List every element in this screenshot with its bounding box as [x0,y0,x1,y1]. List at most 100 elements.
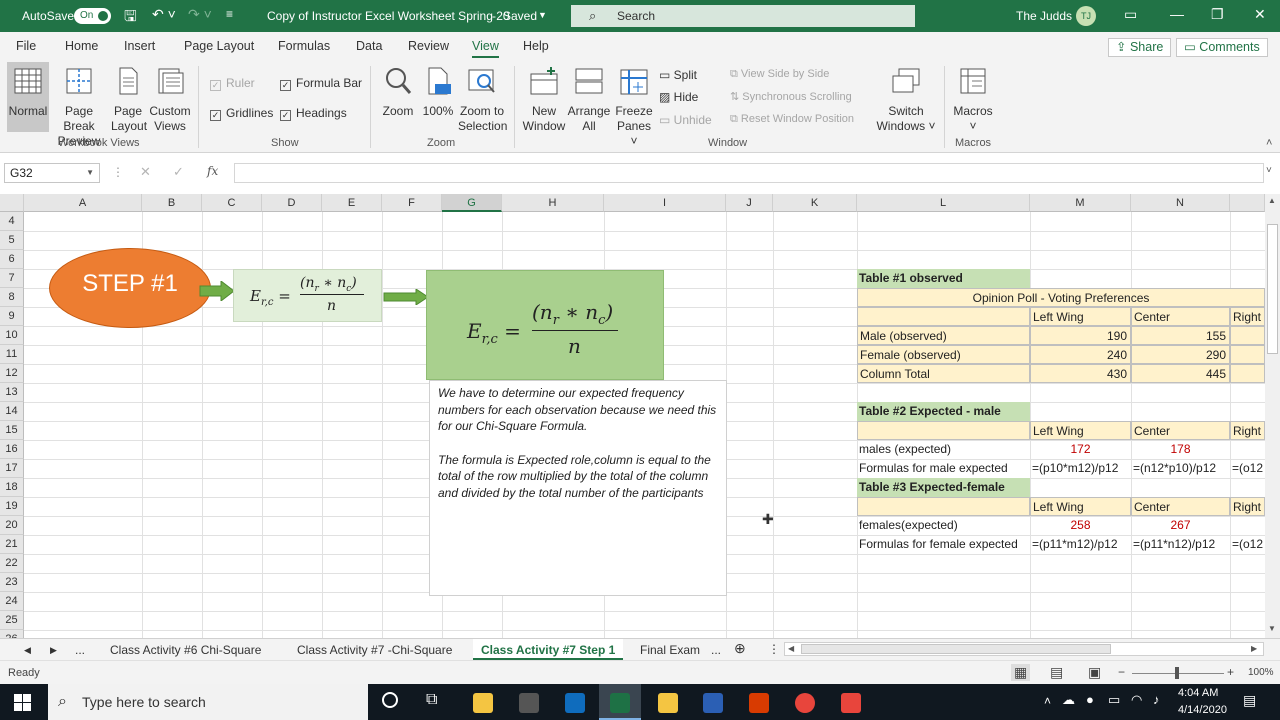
column-header[interactable]: L [857,194,1030,212]
table2-empty-cell[interactable] [857,421,1030,440]
table2-cell[interactable]: 172 [1030,440,1131,459]
row-header[interactable]: 21 [0,535,24,554]
search-box[interactable]: ⌕ Search [571,5,915,27]
table2-formula-cell[interactable]: =(o12 [1230,459,1265,478]
word-icon[interactable] [703,693,723,713]
table3-cell[interactable]: 258 [1030,516,1131,535]
sheet-tab[interactable]: Class Activity #6 Chi-Square [110,643,261,657]
table1-row-label[interactable]: Female (observed) [857,345,1030,364]
zoom-in-icon[interactable]: + [1227,665,1234,679]
row-header[interactable]: 25 [0,611,24,630]
tab-page-layout[interactable]: Page Layout [184,39,254,53]
row-header[interactable]: 20 [0,516,24,535]
column-header[interactable]: K [773,194,857,212]
comments-button[interactable]: ▭ Comments [1176,38,1268,57]
avatar[interactable]: TJ [1076,6,1096,26]
table1-row-label[interactable]: Column Total [857,364,1030,383]
table3-formula-cell[interactable]: =(p11*n12)/p12 [1131,535,1230,554]
table1-cell[interactable]: 430 [1030,364,1131,383]
table3-empty-cell[interactable] [857,497,1030,516]
row-header[interactable]: 18 [0,478,24,497]
add-sheet-icon[interactable]: ⊕ [734,640,746,657]
normal-view-button[interactable]: Normal [7,62,49,132]
table2-cell[interactable]: 178 [1131,440,1230,459]
column-header[interactable] [1230,194,1265,212]
table1-cell[interactable]: 155 [1131,326,1230,345]
task-view-icon[interactable]: ⧉ [426,691,437,709]
power-icon[interactable]: ▭ [1108,692,1120,708]
share-button[interactable]: ⇪ Share [1108,38,1172,57]
formula-bar-checkbox[interactable]: ✓ Formula Bar [280,76,362,91]
zoom-level[interactable]: 100% [1248,667,1274,678]
page-layout-button[interactable]: Page Layout [111,66,147,134]
column-header[interactable]: F [382,194,442,212]
tab-home[interactable]: Home [65,39,98,53]
row-header[interactable]: 12 [0,364,24,383]
tab-data[interactable]: Data [356,39,382,53]
row-header[interactable]: 11 [0,345,24,364]
arrow-right-icon[interactable] [199,281,235,301]
custom-views-button[interactable]: Custom Views [148,66,192,134]
folder-icon[interactable] [658,693,678,713]
next-sheet-icon[interactable]: ▶ [50,645,57,656]
tab-formulas[interactable]: Formulas [278,39,330,53]
snipping-tool-icon[interactable] [519,693,539,713]
table1-cell[interactable] [1230,326,1265,345]
arrange-all-button[interactable]: Arrange All [567,66,611,134]
table1-col-center[interactable]: Center [1131,307,1230,326]
new-window-button[interactable]: New Window [522,66,566,134]
cortana-icon[interactable] [382,692,398,708]
split-button[interactable]: ▭ Split [659,68,697,82]
zoom-to-selection-button[interactable]: Zoom to Selection [458,66,507,134]
row-header[interactable]: 16 [0,440,24,459]
table2-formula-cell[interactable]: =(n12*p10)/p12 [1131,459,1230,478]
column-header[interactable]: D [262,194,322,212]
table1-empty-cell[interactable] [857,307,1030,326]
table1-cell[interactable]: 240 [1030,345,1131,364]
vertical-scrollbar[interactable]: ▲ ▼ [1265,194,1280,638]
save-status[interactable]: Saved [503,9,537,23]
table2-title[interactable]: Table #2 Expected - male [857,402,1030,421]
row-header[interactable]: 5 [0,231,24,250]
freeze-panes-button[interactable]: Freeze Panes ˅ [612,66,656,149]
column-header[interactable]: B [142,194,202,212]
tab-insert[interactable]: Insert [124,39,155,53]
show-hidden-icons-icon[interactable]: ˄ [1044,694,1051,708]
table3-col-left[interactable]: Left Wing [1030,497,1131,516]
table3-row-label[interactable]: females(expected) [857,516,1030,535]
sheet-tab-active[interactable]: Class Activity #7 Step 1 [473,639,624,660]
scroll-left-icon[interactable]: ◀ [788,644,794,653]
scroll-up-icon[interactable]: ▲ [1268,196,1276,205]
horizontal-scrollbar[interactable]: ◀ ▶ [784,642,1264,656]
ribbon-display-icon[interactable]: ▭ [1124,6,1137,23]
column-header[interactable]: H [502,194,604,212]
close-icon[interactable]: ✕ [1254,6,1266,23]
save-icon[interactable]: 🖫 [124,6,137,31]
collapse-ribbon-icon[interactable]: ˄ [1266,137,1272,149]
arrow-right-icon[interactable] [383,289,429,305]
table3-col-center[interactable]: Center [1131,497,1230,516]
expand-formula-bar-icon[interactable]: ˅ [1266,165,1272,176]
sheet-tab[interactable]: Class Activity #7 -Chi-Square [297,643,452,657]
table3-formula-cell[interactable]: =(o12 [1230,535,1265,554]
table2-row-label[interactable]: males (expected) [857,440,1030,459]
table1-header[interactable]: Opinion Poll - Voting Preferences [857,288,1265,307]
table1-cell[interactable] [1230,345,1265,364]
headings-checkbox[interactable]: ✓ Headings [280,106,347,121]
notifications-icon[interactable]: ▤ [1243,692,1256,709]
table1-cell[interactable] [1230,364,1265,383]
windows-start-icon[interactable] [14,694,31,711]
table1-title[interactable]: Table #1 observed [857,269,1030,288]
column-header-selected[interactable]: G [442,194,502,212]
formula-box-large[interactable]: Er,c = (nr ∗ nc) n [426,270,664,380]
column-header[interactable]: C [202,194,262,212]
table1-col-right[interactable]: Right [1230,307,1265,326]
formula-input[interactable] [234,163,1264,183]
normal-view-icon[interactable]: ▦ [1011,664,1031,681]
tab-help[interactable]: Help [523,39,549,53]
row-header[interactable]: 19 [0,497,24,516]
row-header[interactable]: 17 [0,459,24,478]
zoom-100-button[interactable]: 100% [420,66,456,119]
column-header[interactable]: A [24,194,142,212]
table2-formula-cell[interactable]: =(p10*m12)/p12 [1030,459,1131,478]
